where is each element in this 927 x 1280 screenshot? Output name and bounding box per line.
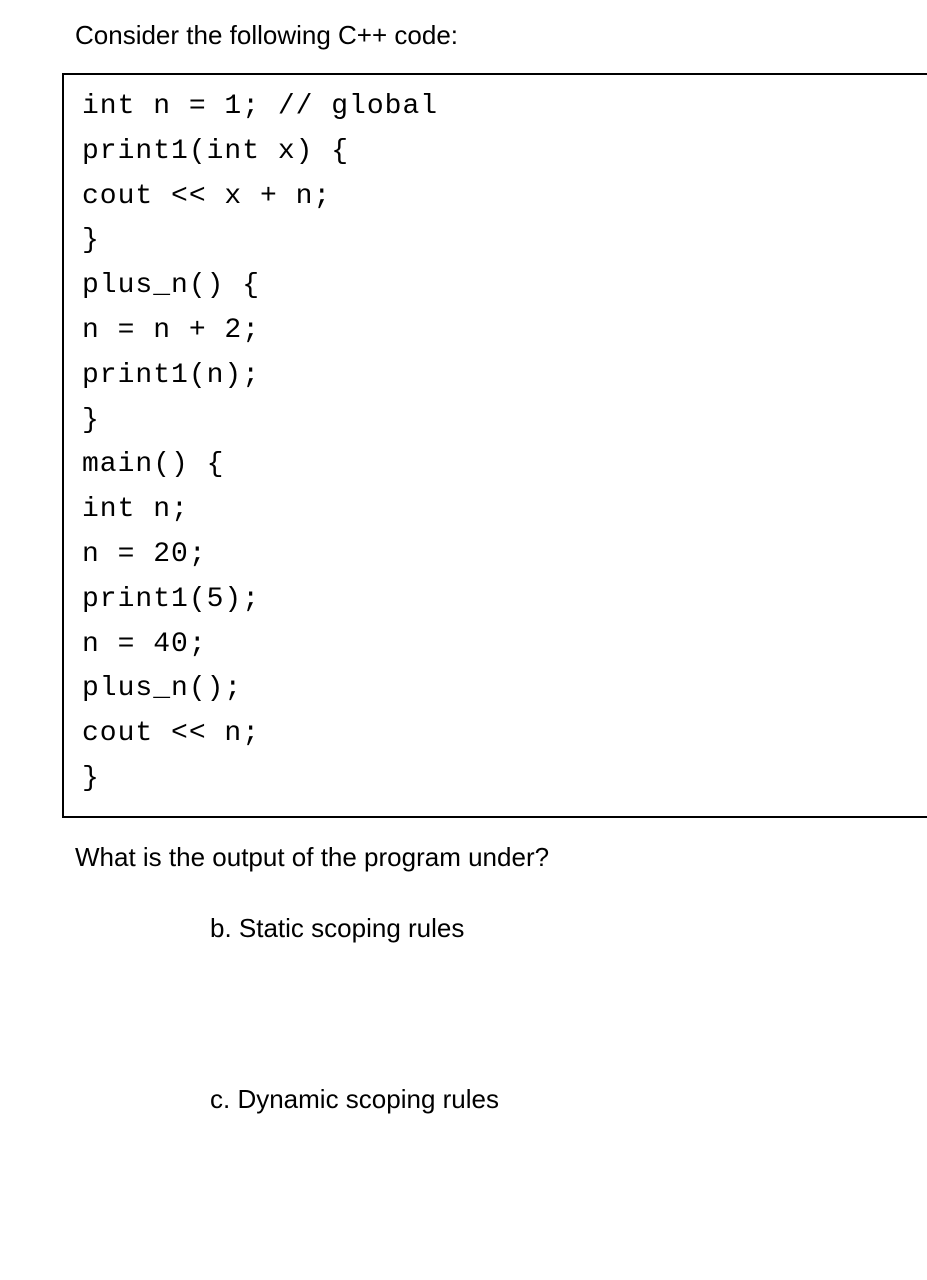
code-line: cout << n; (82, 712, 909, 757)
intro-text: Consider the following C++ code: (75, 20, 927, 51)
option-b: b. Static scoping rules (210, 913, 927, 944)
code-line: int n; (82, 488, 909, 533)
question-text: What is the output of the program under? (75, 842, 927, 873)
code-line: } (82, 219, 909, 264)
code-line: } (82, 399, 909, 444)
code-block: int n = 1; // global print1(int x) { cou… (62, 73, 927, 818)
code-line: print1(5); (82, 578, 909, 623)
code-line: n = 20; (82, 533, 909, 578)
code-line: n = 40; (82, 623, 909, 668)
option-c: c. Dynamic scoping rules (210, 1084, 927, 1115)
code-line: print1(int x) { (82, 130, 909, 175)
code-line: main() { (82, 443, 909, 488)
code-line: plus_n(); (82, 667, 909, 712)
code-line: plus_n() { (82, 264, 909, 309)
code-line: } (82, 757, 909, 802)
code-line: n = n + 2; (82, 309, 909, 354)
code-line: cout << x + n; (82, 175, 909, 220)
code-line: int n = 1; // global (82, 85, 909, 130)
code-line: print1(n); (82, 354, 909, 399)
